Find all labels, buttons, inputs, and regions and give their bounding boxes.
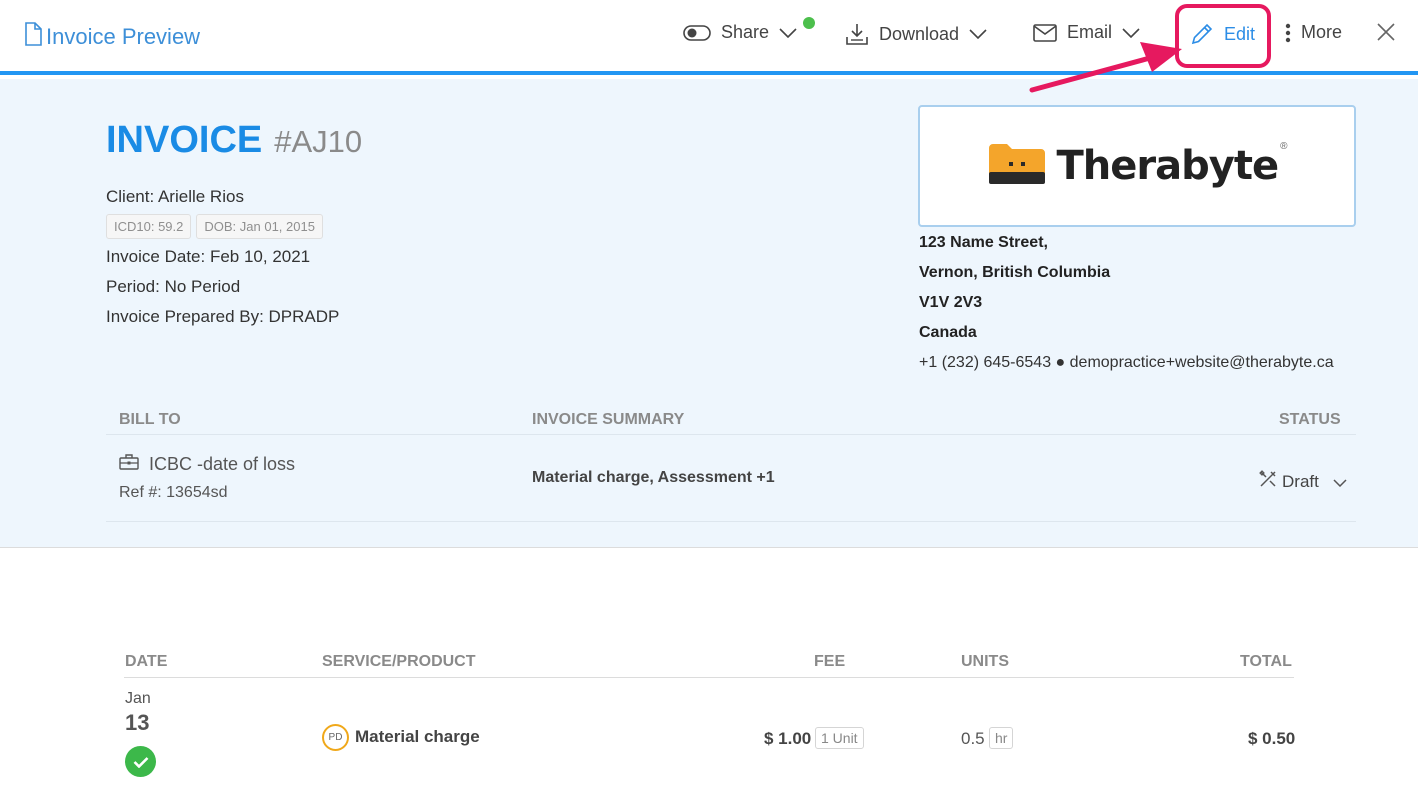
client-name: Client: Arielle Rios: [106, 187, 244, 206]
bill-to-payer: ICBC -date of loss: [119, 454, 295, 475]
invoice-date: Invoice Date: Feb 10, 2021: [106, 247, 311, 266]
close-button[interactable]: [1376, 22, 1396, 47]
file-icon: [24, 22, 42, 52]
bill-to-header: BILL TO: [119, 411, 181, 428]
status-value: Draft: [1282, 471, 1319, 491]
dob-chip: DOB: Jan 01, 2015: [196, 214, 323, 239]
address-line: V1V 2V3: [919, 294, 983, 311]
product-type-badge: PD: [322, 724, 349, 751]
invoice-prepared-by: Invoice Prepared By: DPRADP: [106, 307, 340, 326]
logo-text: Therabyte: [1056, 143, 1280, 189]
row-total: $ 0.50: [1248, 729, 1296, 748]
folder-logo-icon: [987, 142, 1047, 191]
fee-column-header: FEE: [814, 653, 846, 670]
share-label: Share: [721, 22, 770, 42]
icd10-chip: ICD10: 59.2: [106, 214, 192, 239]
chevron-down-icon: [1122, 27, 1140, 38]
table-divider: [124, 677, 1294, 678]
divider: [106, 521, 1356, 522]
draft-tools-icon: [1258, 469, 1278, 494]
more-label: More: [1301, 22, 1343, 42]
close-icon: [1376, 23, 1396, 46]
total-column-header: TOTAL: [1240, 653, 1292, 670]
vertical-dots-icon: [1285, 23, 1291, 43]
status-header: STATUS: [1279, 411, 1341, 428]
share-button[interactable]: Share: [683, 22, 797, 43]
address-line: 123 Name Street,: [919, 234, 1048, 251]
practice-logo: Therabyte ®: [918, 105, 1356, 227]
pencil-icon: [1190, 22, 1214, 46]
unit-type-tag: hr: [989, 727, 1014, 749]
preview-title-text: Invoice Preview: [46, 24, 201, 49]
divider: [106, 434, 1356, 435]
address-line: Canada: [919, 324, 977, 341]
row-day: 13: [125, 710, 150, 735]
service-column-header: SERVICE/PRODUCT: [322, 653, 476, 670]
row-service: Material charge: [355, 727, 480, 746]
practice-contact: +1 (232) 645-6543 ● demopractice+website…: [919, 354, 1334, 371]
invoice-summary-text: Material charge, Assessment +1: [532, 469, 775, 486]
logo-registered: ®: [1280, 141, 1288, 152]
check-circle-icon: [125, 746, 156, 777]
top-bar: Invoice Preview Share Download Email Edi…: [0, 0, 1418, 75]
toggle-icon: [683, 24, 711, 41]
bill-to-ref: Ref #: 13654sd: [119, 484, 228, 501]
invoice-number: #AJ10: [274, 124, 363, 159]
invoice-header-panel: INVOICE #AJ10 Client: Arielle Rios ICD10…: [0, 79, 1418, 548]
row-month: Jan: [125, 690, 151, 707]
edit-button[interactable]: Edit: [1190, 22, 1255, 46]
share-status-dot: [803, 17, 815, 29]
bill-to-name: ICBC -date of loss: [149, 454, 296, 474]
invoice-word: INVOICE: [106, 119, 263, 161]
invoice-title: INVOICE #AJ10: [106, 119, 362, 162]
client-chips: ICD10: 59.2 DOB: Jan 01, 2015: [106, 214, 323, 239]
briefcase-icon: [119, 454, 139, 475]
envelope-icon: [1033, 23, 1057, 42]
date-column-header: DATE: [125, 653, 168, 670]
edit-label: Edit: [1224, 23, 1256, 44]
chevron-down-icon: [1333, 472, 1347, 492]
address-line: Vernon, British Columbia: [919, 264, 1111, 281]
download-button[interactable]: Download: [845, 22, 987, 46]
units-column-header: UNITS: [961, 653, 1009, 670]
email-label: Email: [1067, 22, 1113, 42]
row-units: 0.5: [961, 729, 985, 748]
status-dropdown[interactable]: Draft: [1258, 469, 1347, 494]
download-tray-icon: [845, 22, 869, 46]
preview-title: Invoice Preview: [24, 22, 200, 52]
fee-unit-tag: 1 Unit: [815, 727, 864, 749]
chevron-down-icon: [969, 29, 987, 39]
row-fee: $ 1.00: [764, 729, 812, 748]
chevron-down-icon: [779, 27, 797, 38]
download-label: Download: [879, 23, 960, 44]
invoice-summary-header: INVOICE SUMMARY: [532, 411, 685, 428]
more-button[interactable]: More: [1285, 22, 1342, 43]
email-button[interactable]: Email: [1033, 22, 1140, 43]
invoice-period: Period: No Period: [106, 277, 241, 296]
